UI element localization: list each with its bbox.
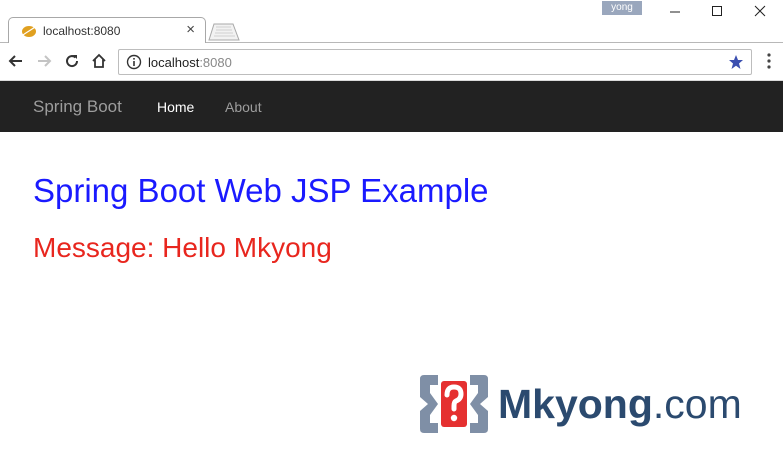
site-navbar: Spring Boot Home About bbox=[0, 81, 783, 132]
watermark-name: Mkyong bbox=[498, 381, 653, 427]
mkyong-watermark: Mkyong.com bbox=[418, 373, 748, 435]
minimize-button[interactable] bbox=[652, 0, 698, 22]
back-button[interactable] bbox=[5, 50, 27, 72]
reload-icon bbox=[66, 55, 79, 68]
url-text: localhost:8080 bbox=[148, 55, 232, 70]
url-host: localhost bbox=[148, 55, 200, 70]
back-arrow-icon bbox=[8, 55, 22, 67]
spring-leaf-icon bbox=[22, 26, 36, 37]
message-text: Message: Hello Mkyong bbox=[33, 232, 332, 263]
profile-badge[interactable]: yong bbox=[602, 1, 642, 15]
browser-toolbar: localhost:8080 bbox=[0, 43, 783, 81]
reload-button[interactable] bbox=[61, 50, 83, 72]
nav-link-about[interactable]: About bbox=[225, 99, 262, 115]
watermark-text: Mkyong.com bbox=[498, 380, 742, 428]
home-button[interactable] bbox=[88, 50, 110, 72]
tab-title: localhost:8080 bbox=[43, 24, 121, 38]
info-icon[interactable] bbox=[126, 54, 142, 70]
browser-tab[interactable]: localhost:8080 × bbox=[8, 17, 206, 44]
navbar-brand[interactable]: Spring Boot bbox=[33, 97, 122, 117]
close-window-button[interactable] bbox=[737, 0, 783, 22]
mkyong-logo-icon bbox=[420, 375, 488, 433]
forward-button[interactable] bbox=[33, 50, 55, 72]
maximize-button[interactable] bbox=[694, 0, 740, 22]
tab-close-icon[interactable]: × bbox=[186, 21, 195, 39]
forward-arrow-icon bbox=[38, 55, 52, 67]
new-tab-button[interactable] bbox=[208, 23, 240, 41]
nav-link-home[interactable]: Home bbox=[157, 99, 194, 115]
browser-tab-strip: localhost:8080 × yong bbox=[0, 0, 783, 44]
address-bar[interactable]: localhost:8080 bbox=[118, 49, 752, 75]
home-icon bbox=[92, 53, 106, 68]
minimize-icon bbox=[670, 11, 680, 13]
maximize-icon bbox=[712, 6, 722, 16]
watermark-domain: .com bbox=[652, 381, 742, 427]
star-icon[interactable] bbox=[728, 54, 744, 70]
kebab-menu-icon[interactable] bbox=[766, 52, 772, 70]
page-heading: Spring Boot Web JSP Example bbox=[33, 172, 489, 209]
close-icon bbox=[754, 5, 766, 17]
url-port: :8080 bbox=[199, 55, 232, 70]
